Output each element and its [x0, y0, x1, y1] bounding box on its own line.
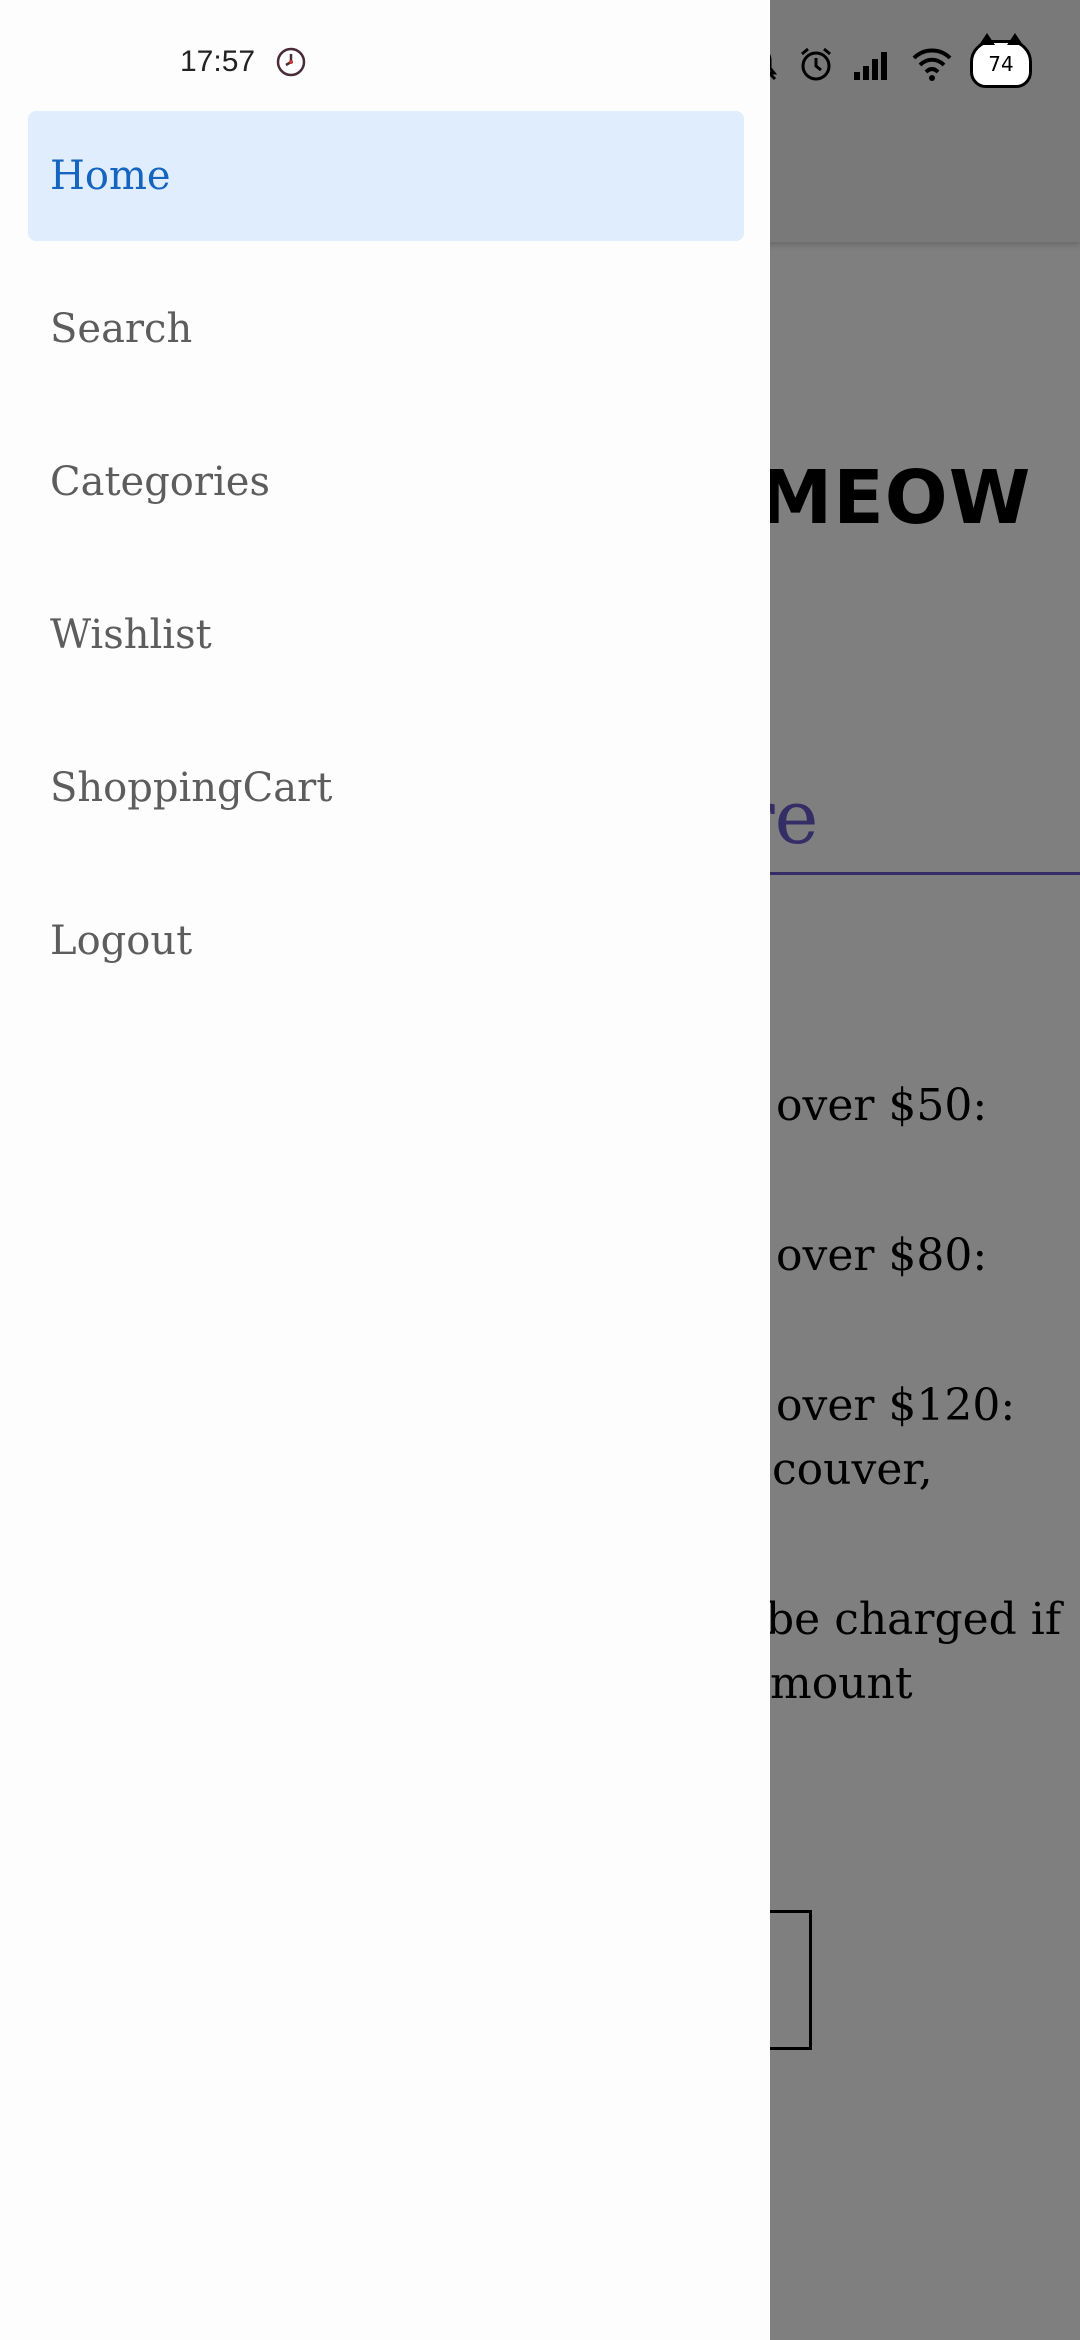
nav-list: Home Search Categories Wishlist Shopping…: [28, 111, 744, 1029]
nav-item-label: Categories: [50, 459, 270, 505]
nav-item-label: Search: [50, 306, 193, 352]
cat-battery-icon: 74: [970, 33, 1032, 88]
nav-item-home[interactable]: Home: [28, 111, 744, 241]
status-time: 17:57: [180, 45, 256, 78]
nav-item-label: Wishlist: [50, 612, 212, 658]
nav-item-shopping-cart[interactable]: ShoppingCart: [28, 723, 744, 853]
nav-item-label: ShoppingCart: [50, 765, 333, 811]
signal-icon: [854, 52, 887, 80]
battery-level: 74: [988, 52, 1014, 76]
alarm-icon: [801, 47, 831, 81]
nav-item-wishlist[interactable]: Wishlist: [28, 570, 744, 700]
nav-item-categories[interactable]: Categories: [28, 417, 744, 547]
status-bar-left: 17:57: [180, 40, 307, 84]
clock-widget-icon: [276, 47, 306, 77]
nav-item-label: Home: [50, 153, 171, 199]
navigation-drawer: 17:57 Home Search Categories Wishlist Sh…: [0, 0, 770, 2340]
nav-item-logout[interactable]: Logout: [28, 876, 744, 1006]
wifi-icon: [912, 48, 952, 81]
status-bar-icons: 74: [740, 33, 1032, 92]
nav-item-label: Logout: [50, 918, 193, 964]
nav-item-search[interactable]: Search: [28, 264, 744, 394]
